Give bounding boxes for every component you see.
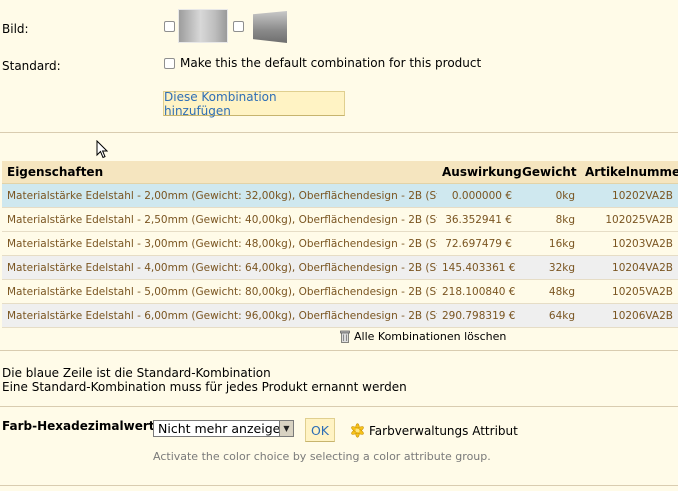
cell-reference: 10206VA2B [580, 303, 678, 328]
cell-properties: Materialstärke Edelstahl - 4,00mm (Gewic… [2, 255, 437, 280]
delete-all-label: Alle Kombinationen löschen [354, 330, 507, 343]
table-row[interactable]: Materialstärke Edelstahl - 2,50mm (Gewic… [2, 207, 678, 232]
header-impact: Auswirkung [437, 161, 522, 184]
default-info-line-1: Die blaue Zeile ist die Standard-Kombina… [2, 366, 271, 380]
cell-impact: 36.352941 € [437, 207, 517, 232]
cell-impact: 145.403361 € [437, 255, 517, 280]
divider [0, 485, 678, 486]
default-checkbox[interactable] [164, 58, 175, 69]
cell-weight: 0kg [517, 183, 580, 208]
header-reference: Artikelnummer [580, 161, 678, 184]
header-properties: Eigenschaften [2, 161, 437, 184]
cell-reference: 10205VA2B [580, 279, 678, 304]
cell-weight: 64kg [517, 303, 580, 328]
cell-reference: 10204VA2B [580, 255, 678, 280]
image-label: Bild: [2, 22, 29, 36]
table-row[interactable]: Materialstärke Edelstahl - 3,00mm (Gewic… [2, 231, 678, 256]
add-combination-button[interactable]: Diese Kombination hinzufügen [163, 90, 345, 118]
image-1-checkbox[interactable] [164, 21, 175, 32]
table-row[interactable]: Materialstärke Edelstahl - 4,00mm (Gewic… [2, 255, 678, 280]
cell-impact: 218.100840 € [437, 279, 517, 304]
image-2-checkbox[interactable] [233, 21, 244, 32]
cell-properties: Materialstärke Edelstahl - 2,50mm (Gewic… [2, 207, 437, 232]
cell-weight: 48kg [517, 279, 580, 304]
color-hex-label: Farb-Hexadezimalwert: [2, 419, 160, 433]
default-label: Standard: [2, 59, 61, 73]
cell-weight: 8kg [517, 207, 580, 232]
color-hint-text: Activate the color choice by selecting a… [153, 450, 491, 463]
cell-reference: 102025VA2B [580, 207, 678, 232]
delete-all-combinations-link[interactable]: Alle Kombinationen löschen [340, 330, 506, 343]
trash-icon [340, 330, 350, 343]
combinations-table: Eigenschaften Auswirkung Gewicht Artikel… [2, 161, 678, 328]
cell-impact: 0.000000 € [437, 183, 517, 208]
divider [0, 350, 678, 351]
color-select-value: Nicht mehr anzeigen [158, 421, 289, 436]
cell-reference: 10202VA2B [580, 183, 678, 208]
image-2-thumbnail[interactable] [253, 11, 287, 43]
table-header-row: Eigenschaften Auswirkung Gewicht Artikel… [2, 161, 678, 184]
cell-impact: 290.798319 € [437, 303, 517, 328]
image-1-thumbnail[interactable] [178, 9, 228, 43]
cell-properties: Materialstärke Edelstahl - 3,00mm (Gewic… [2, 231, 437, 256]
divider [0, 132, 678, 133]
star-icon [351, 423, 364, 438]
cell-properties: Materialstärke Edelstahl - 6,00mm (Gewic… [2, 303, 437, 328]
cell-impact: 72.697479 € [437, 231, 517, 256]
color-select[interactable]: Nicht mehr anzeigen ▼ [153, 420, 294, 437]
chevron-down-icon: ▼ [279, 421, 293, 436]
table-row[interactable]: Materialstärke Edelstahl - 6,00mm (Gewic… [2, 303, 678, 328]
cell-weight: 32kg [517, 255, 580, 280]
header-weight: Gewicht [517, 161, 580, 184]
table-row[interactable]: Materialstärke Edelstahl - 2,00mm (Gewic… [2, 183, 678, 208]
color-attribute-label: Farbverwaltungs Attribut [369, 423, 518, 438]
color-attribute-link[interactable]: Farbverwaltungs Attribut [349, 422, 518, 439]
cell-properties: Materialstärke Edelstahl - 2,00mm (Gewic… [2, 183, 437, 208]
divider [0, 406, 678, 407]
cell-reference: 10203VA2B [580, 231, 678, 256]
cell-weight: 16kg [517, 231, 580, 256]
ok-button[interactable]: OK [305, 418, 335, 442]
mouse-cursor-icon [96, 140, 108, 159]
table-row[interactable]: Materialstärke Edelstahl - 5,00mm (Gewic… [2, 279, 678, 304]
default-checkbox-text: Make this the default combination for th… [180, 56, 482, 70]
cell-properties: Materialstärke Edelstahl - 5,00mm (Gewic… [2, 279, 437, 304]
default-info-line-2: Eine Standard-Kombination muss für jedes… [2, 380, 407, 394]
